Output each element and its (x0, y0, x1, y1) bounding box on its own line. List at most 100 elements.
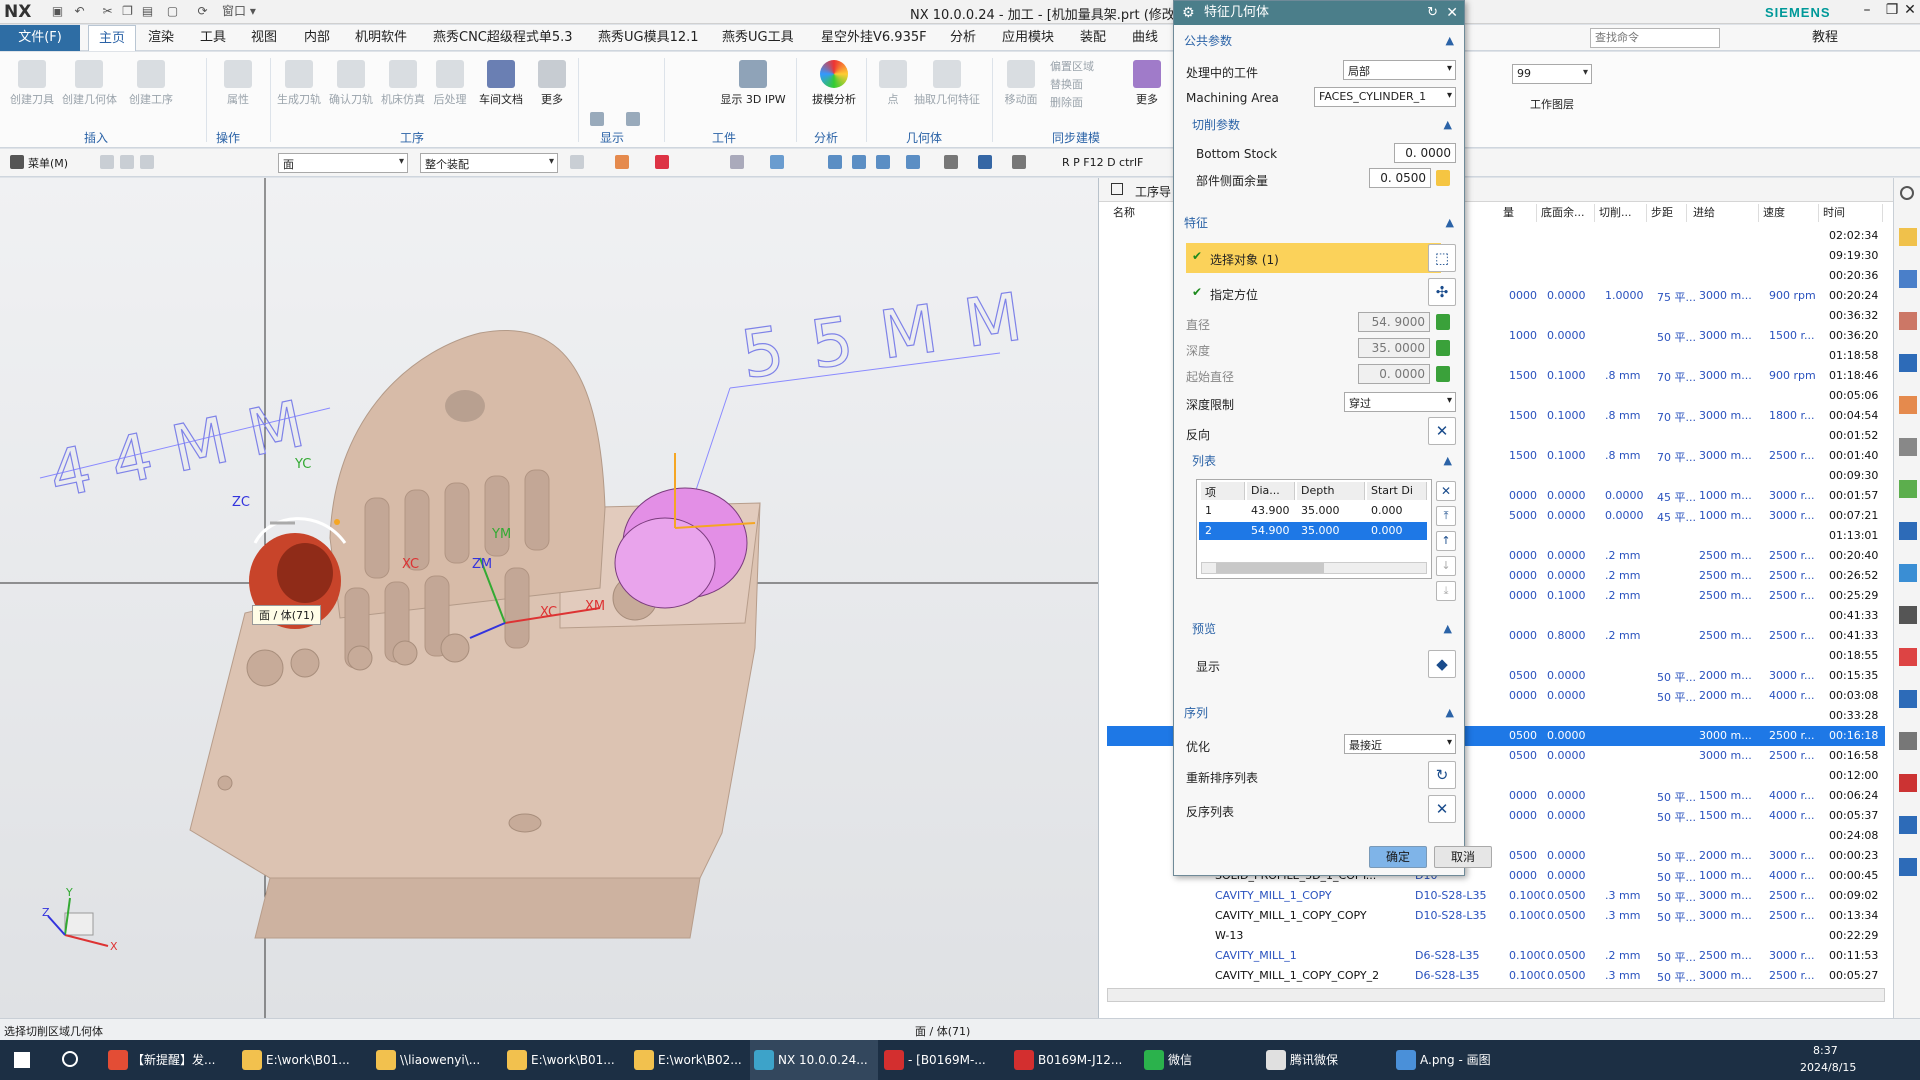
team-center-icon[interactable] (1899, 858, 1917, 876)
system-materials-icon[interactable] (1899, 648, 1917, 666)
command-search-input[interactable] (1590, 28, 1720, 48)
machine-sim-button[interactable]: 机床仿真 (380, 60, 426, 107)
ok-button[interactable]: 确定 (1369, 846, 1427, 868)
move-top-icon[interactable]: ⤒ (1436, 506, 1456, 526)
create-geometry-button[interactable]: 创建几何体 (62, 60, 117, 107)
file-menu-button[interactable]: 文件(F) (0, 25, 80, 51)
move-down-icon[interactable]: ↓ (1436, 556, 1456, 576)
tab-tools[interactable]: 工具 (200, 25, 226, 51)
lock-icon[interactable] (1436, 366, 1450, 382)
settings-icon[interactable] (1900, 186, 1914, 200)
scope-filter-select[interactable]: 整个装配 (420, 153, 558, 173)
box-select-icon[interactable] (730, 155, 744, 169)
create-operation-button[interactable]: 创建工序 (126, 60, 176, 107)
select-icon[interactable] (615, 155, 629, 169)
tab-xingkong[interactable]: 星空外挂V6.935F (821, 25, 927, 51)
close-icon[interactable]: ✕ (1446, 1, 1458, 25)
touch-mode-icon[interactable]: ▢ (165, 4, 180, 19)
table-header-cell[interactable]: 项 (1201, 482, 1245, 500)
group-analysis[interactable]: 分析 (814, 129, 838, 146)
taskbar-app[interactable]: E:\work\B01... (238, 1040, 366, 1080)
table-row[interactable]: CAVITY_MILL_1 D6-S28-L35 0.1000 0.0500 .2 mm… (1107, 946, 1885, 966)
assembly-navigator-icon[interactable] (1899, 228, 1917, 246)
tab-render[interactable]: 渲染 (148, 25, 174, 51)
remove-item-icon[interactable]: ✕ (1436, 481, 1456, 501)
rotate-icon[interactable] (876, 155, 890, 169)
side-stock-input[interactable]: 0. 0500 (1369, 168, 1431, 188)
create-tool-button[interactable]: 创建刀具 (10, 60, 54, 107)
taskbar-app[interactable]: 腾讯微保 (1262, 1040, 1390, 1080)
tab-view[interactable]: 视图 (251, 25, 277, 51)
table-header-cell[interactable]: Start Di (1367, 482, 1427, 500)
tab-jiming[interactable]: 机明软件 (355, 25, 407, 51)
shortcut-keys[interactable]: R P F12 D ctrlF (1062, 156, 1143, 169)
taskbar-app[interactable]: B0169M-J12... (1010, 1040, 1138, 1080)
hide-icon[interactable] (1012, 155, 1026, 169)
fit-view-icon[interactable] (828, 155, 842, 169)
model-canvas[interactable]: 44MM 55MM YC ZC XC XC XM YM ZM X Y Z (0, 178, 1098, 1018)
minimize-icon[interactable]: – (1855, 2, 1879, 22)
group-display[interactable]: 显示 (600, 129, 624, 146)
repeat-command-icon[interactable]: ⟳ (195, 4, 210, 19)
web-browser-icon[interactable] (1899, 522, 1917, 540)
workpiece-select[interactable]: 局部 (1343, 60, 1456, 80)
verify-path-button[interactable]: 确认刀轨 (328, 60, 374, 107)
operation-navigator-icon[interactable] (1899, 354, 1917, 372)
offset-region-button[interactable]: 偏置区域 (1050, 58, 1094, 74)
delete-face-button[interactable]: 删除面 (1050, 94, 1083, 110)
machine-navigator-icon[interactable] (1899, 396, 1917, 414)
generate-path-button[interactable]: 生成刀轨 (276, 60, 322, 107)
history-icon[interactable] (1899, 564, 1917, 582)
tab-curve[interactable]: 曲线 (1132, 25, 1158, 51)
cube-icon[interactable] (770, 155, 784, 169)
tab-assembly[interactable]: 装配 (1080, 25, 1106, 51)
clock-icon[interactable] (1899, 606, 1917, 624)
palette-icon[interactable] (1899, 480, 1917, 498)
table-row[interactable]: CAVITY_MILL_1_COPY_COPY D10-S28-L35 0.1000… (1107, 906, 1885, 926)
zoom-icon[interactable] (852, 155, 866, 169)
machining-area-select[interactable]: FACES_CYLINDER_1 (1314, 87, 1456, 107)
col-stepover[interactable]: 步距 (1647, 204, 1687, 222)
close-icon[interactable]: ✕ (1898, 2, 1920, 22)
lock-icon[interactable] (1436, 314, 1450, 330)
show-3d-ipw-button[interactable]: 显示 3D IPW (720, 60, 786, 107)
table-row[interactable]: CAVITY_MILL_1_COPY D10-S28-L35 0.1000 0.050… (1107, 886, 1885, 906)
table-row[interactable]: CAVITY_MILL_1_COPY_COPY_2 D6-S28-L35 0.100… (1107, 966, 1885, 986)
taskbar-app[interactable]: \\liaowenyi\... (372, 1040, 500, 1080)
reuse-library-icon[interactable] (1899, 774, 1917, 792)
shading-icon[interactable] (978, 155, 992, 169)
search-icon[interactable] (62, 1051, 78, 1067)
replace-face-button[interactable]: 替换面 (1050, 76, 1083, 92)
taskbar-app[interactable]: 【新提醒】发... (104, 1040, 232, 1080)
reverse-button[interactable]: ✕ (1428, 417, 1456, 445)
snap-icon[interactable] (120, 155, 134, 169)
more-sync-button[interactable]: 更多 (1130, 60, 1164, 107)
properties-button[interactable]: 属性 (218, 60, 258, 107)
table-scrollbar[interactable] (1201, 562, 1427, 574)
tutorial-link[interactable]: 教程 (1812, 25, 1838, 51)
taskbar-app[interactable]: E:\work\B02... (630, 1040, 758, 1080)
table-header-cell[interactable]: Depth (1297, 482, 1365, 500)
specify-orientation-button[interactable]: ✣ (1428, 278, 1456, 306)
shop-doc-button[interactable]: 车间文档 (476, 60, 526, 107)
group-operation[interactable]: 操作 (216, 129, 240, 146)
part-navigator-icon[interactable] (1899, 312, 1917, 330)
tool-library-icon[interactable] (1899, 438, 1917, 456)
group-workpiece[interactable]: 工件 (712, 129, 736, 146)
taskbar-app[interactable]: E:\work\B01... (503, 1040, 631, 1080)
work-layer-select[interactable]: 99 (1512, 64, 1592, 84)
graphics-viewport[interactable]: 44MM 55MM YC ZC XC XC XM YM ZM X Y Z 面 /… (0, 178, 1098, 1018)
reverse-list-button[interactable]: ✕ (1428, 795, 1456, 823)
table-header-cell[interactable]: Dia... (1247, 482, 1295, 500)
col-time[interactable]: 时间 (1819, 204, 1883, 222)
move-face-button[interactable]: 移动面 (1000, 60, 1042, 107)
display-option-icon[interactable] (626, 112, 640, 126)
section-sequence[interactable]: 序列 ▲ (1180, 703, 1458, 723)
group-insert[interactable]: 插入 (84, 129, 108, 146)
col-cut-depth[interactable]: 切削... (1595, 204, 1647, 222)
tab-yanxiu-tools[interactable]: 燕秀UG工具 (722, 25, 794, 51)
select-object-button[interactable]: ⬚ (1428, 244, 1456, 272)
depth-limit-select[interactable]: 穿过 (1344, 392, 1456, 412)
cut-icon[interactable]: ✂ (100, 4, 115, 19)
process-studio-icon[interactable] (1899, 690, 1917, 708)
